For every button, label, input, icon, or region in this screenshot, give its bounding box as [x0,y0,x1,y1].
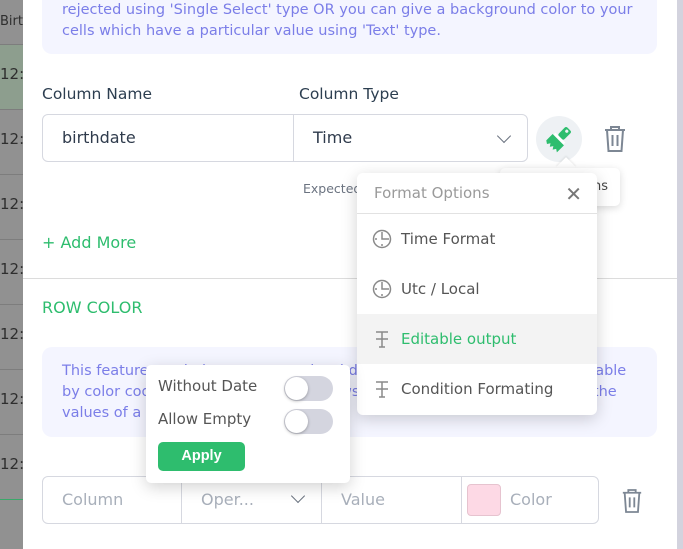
expected-format-hint: Expected [303,181,362,196]
background-cell: 12:0 [0,240,23,305]
row-color-heading: ROW COLOR [42,298,143,317]
background-table: Birt 12:0 12:0 12:0 12:0 12:0 12:0 12:0 [0,0,23,549]
background-cell: 12:0 [0,110,23,175]
clock-icon [372,229,392,249]
format-options-button[interactable] [536,116,582,162]
rule-color-label: Color [510,490,552,509]
chevron-down-icon [496,128,512,144]
add-more-label: Add More [60,233,137,252]
column-name-input[interactable]: birthdate [42,114,294,162]
format-menu-item-editable-output[interactable]: Editable output [357,314,597,364]
chevron-down-icon [290,488,306,504]
column-type-value: Time [313,128,353,147]
trash-icon [605,126,625,152]
text-strike-icon [372,379,392,399]
clock-icon [372,279,392,299]
rule-color-picker[interactable]: Color [462,477,599,523]
format-options-menu: Format Options ✕ Time Format Utc / Local… [357,173,597,415]
format-menu-item-time-format[interactable]: Time Format [357,214,597,264]
format-menu-title: Format Options [374,184,490,202]
panel-scrollbar[interactable] [677,0,683,549]
editable-output-popup: Without Date Allow Empty Apply [146,365,350,483]
background-cell: 12:0 [0,370,23,435]
close-icon[interactable]: ✕ [565,182,582,206]
add-more-button[interactable]: + Add More [42,233,136,252]
background-cell: 12:0 [0,45,23,110]
text-strike-icon [372,329,392,349]
format-menu-item-utc-local[interactable]: Utc / Local [357,264,597,314]
rule-value-input[interactable]: Value [322,477,462,523]
toggle-knob [285,377,308,400]
delete-rule-button[interactable] [621,488,643,518]
toggle-knob [285,410,308,433]
row-color-rule: Column Oper... Value Color [42,476,599,524]
format-menu-item-label: Editable output [401,330,517,348]
info-box-top: rejected using 'Single Select' type OR y… [42,0,657,54]
without-date-toggle[interactable] [284,376,333,401]
rule-operator-value: Oper... [201,490,254,509]
delete-column-button[interactable] [603,125,627,157]
format-menu-item-label: Utc / Local [401,280,480,298]
format-menu-item-label: Condition Formating [401,380,554,398]
trash-icon [622,489,642,513]
paint-brush-icon [546,127,571,153]
color-swatch[interactable] [467,484,501,516]
column-type-select[interactable]: Time [293,114,528,162]
allow-empty-label: Allow Empty [158,410,252,428]
apply-button[interactable]: Apply [158,442,245,471]
format-menu-item-label: Time Format [401,230,496,248]
format-menu-header: Format Options ✕ [357,173,597,214]
background-cell: 12:0 [0,305,23,370]
background-cell: 12:0 [0,435,23,500]
allow-empty-toggle[interactable] [284,409,333,434]
background-column-header: Birt [0,0,23,45]
plus-icon: + [42,233,56,252]
column-type-label: Column Type [299,85,399,103]
rule-column-input[interactable]: Column [43,477,182,523]
rule-operator-select[interactable]: Oper... [182,477,322,523]
without-date-label: Without Date [158,377,258,395]
column-name-label: Column Name [42,85,153,103]
background-cell: 12:0 [0,175,23,240]
format-menu-item-condition-formatting[interactable]: Condition Formating [357,364,597,414]
